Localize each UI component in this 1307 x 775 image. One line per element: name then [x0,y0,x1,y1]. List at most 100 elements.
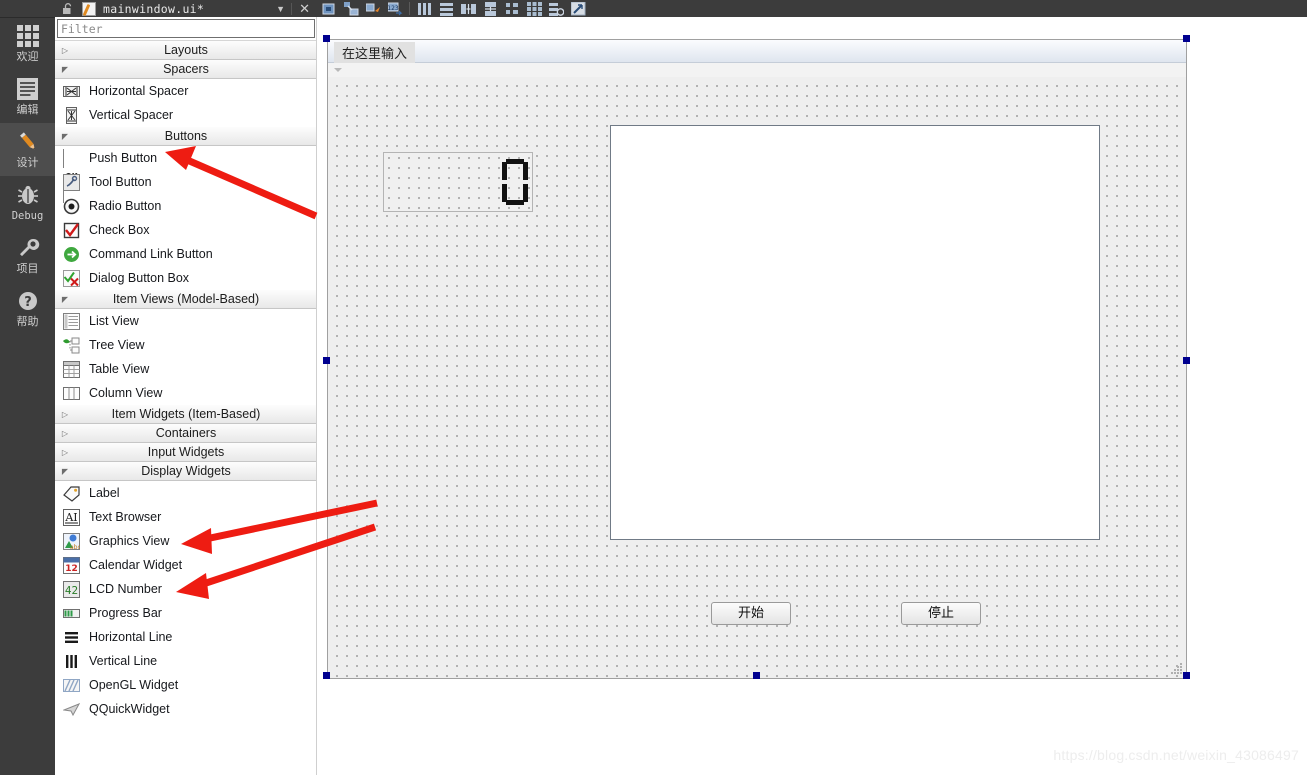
break-layout-icon[interactable] [545,0,567,17]
edit-signals-slots-icon[interactable] [340,0,362,17]
widget-item-vertical-spacer[interactable]: Vertical Spacer [55,103,317,127]
widget-item-column-view[interactable]: Column View [55,381,317,405]
selection-handle-bottom-center[interactable] [753,672,760,679]
widget-group-display-widgets[interactable]: ◤ Display Widgets [55,462,317,481]
menubar-placeholder[interactable]: 在这里输入 [334,42,416,64]
unlocked-padlock-icon[interactable] [60,1,75,16]
selection-handle-bottom-left[interactable] [323,672,330,679]
layout-horizontally-icon[interactable] [413,0,435,17]
widget-item-check-box[interactable]: Check Box [55,218,317,242]
selection-handle-middle-right[interactable] [1183,357,1190,364]
widget-item-calendar-widget[interactable]: 12 Calendar Widget [55,553,317,577]
chevron-right-icon: ▷ [61,45,69,55]
widget-item-radio-button[interactable]: Radio Button [55,194,317,218]
graphics-view-widget[interactable] [610,125,1100,540]
widget-item-command-link-button[interactable]: Command Link Button [55,242,317,266]
widget-item-qquickwidget[interactable]: QQuickWidget [55,697,317,721]
widget-item-label: Progress Bar [89,606,162,620]
mode-label-edit: 编辑 [16,103,39,116]
widget-item-label[interactable]: Label [55,481,317,505]
filter-row [55,17,317,38]
dialog-button-box-icon [63,269,80,287]
widget-item-dialog-button-box[interactable]: Dialog Button Box [55,266,317,290]
edit-widgets-icon[interactable] [318,0,340,17]
horizontal-spacer-icon [63,83,80,100]
designer-canvas-area: 123 在这里输入 开始 停止 https://blog.csdn.net/we… [317,0,1307,775]
mode-item-design[interactable]: 设计 [0,123,55,176]
widget-item-lcd-number[interactable]: 42 LCD Number [55,577,317,601]
widget-item-table-view[interactable]: Table View [55,357,317,381]
text-browser-icon: AI [63,508,80,526]
layout-vertically-icon[interactable] [435,0,457,17]
widget-item-opengl-widget[interactable]: OpenGL Widget [55,673,317,697]
selection-handle-bottom-right[interactable] [1183,672,1190,679]
stop-button[interactable]: 停止 [901,602,981,625]
widget-group-containers[interactable]: ▷ Containers [55,424,317,443]
layout-grid-icon[interactable] [523,0,545,17]
widget-item-graphics-view[interactable]: abc Graphics View [55,529,317,553]
column-view-icon [63,385,80,402]
ui-file-pencil-icon [81,1,96,16]
widget-group-spacers[interactable]: ◤ Spacers [55,60,317,79]
chevron-down-icon: ◤ [61,294,69,304]
widget-item-tree-view[interactable]: Tree View [55,333,317,357]
edit-buddies-icon[interactable] [362,0,384,17]
adjust-size-icon[interactable] [567,0,589,17]
layout-splitter-horizontal-icon[interactable] [457,0,479,17]
widget-group-buttons[interactable]: ◤ Buttons [55,127,317,146]
widget-item-progress-bar[interactable]: Progress Bar [55,601,317,625]
widget-group-item-widgets[interactable]: ▷ Item Widgets (Item-Based) [55,405,317,424]
toolbar-divider [409,2,410,15]
form-menubar[interactable]: 在这里输入 [328,40,1186,64]
lcd-number-widget[interactable] [383,152,533,212]
filter-input[interactable] [57,19,315,38]
svg-text:?: ? [24,295,32,310]
chevron-right-icon: ▷ [61,428,69,438]
mode-item-help[interactable]: ? 帮助 [0,282,55,335]
close-icon[interactable]: ✕ [292,1,317,16]
edit-tab-order-icon[interactable]: 123 [384,0,406,17]
form-toolbar-area[interactable] [328,63,1186,78]
widget-group-label: Item Widgets (Item-Based) [111,407,261,421]
selection-handle-top-right[interactable] [1183,35,1190,42]
widget-group-item-views[interactable]: ◤ Item Views (Model-Based) [55,290,317,309]
chevron-right-icon: ▷ [61,409,69,419]
mode-item-projects[interactable]: 项目 [0,229,55,282]
table-view-icon [63,360,80,378]
svg-text:42: 42 [65,584,78,597]
widget-item-horizontal-line[interactable]: Horizontal Line [55,625,317,649]
widget-item-horizontal-spacer[interactable]: Horizontal Spacer [55,79,317,103]
mode-item-edit[interactable]: 编辑 [0,70,55,123]
designer-toolbar: 123 [317,0,1307,17]
qt-designer-window: 欢迎 编辑 设计 Debug 项目 ? 帮助 mainwindow.ui* ▼ … [0,0,1307,775]
widget-group-input-widgets[interactable]: ▷ Input Widgets [55,443,317,462]
mode-item-welcome[interactable]: 欢迎 [0,17,55,70]
start-button[interactable]: 开始 [711,602,791,625]
widget-item-text-browser[interactable]: AI Text Browser [55,505,317,529]
form-editing-surface[interactable]: 在这里输入 开始 停止 https://blog.csdn.net/weixin… [317,17,1307,775]
mode-item-debug[interactable]: Debug [0,176,55,229]
selection-handle-top-left[interactable] [323,35,330,42]
selection-handle-middle-left[interactable] [323,357,330,364]
design-pencil-icon [16,130,40,154]
layout-splitter-vertical-icon[interactable] [479,0,501,17]
form-central-widget[interactable]: 开始 停止 [328,77,1186,678]
widget-item-label: Label [89,486,120,500]
chevron-down-icon[interactable]: ▼ [270,4,291,14]
widget-item-tool-button[interactable]: Tool Button [55,170,317,194]
svg-text:AI: AI [64,511,77,524]
mode-label-projects: 项目 [16,262,39,275]
widget-item-vertical-line[interactable]: Vertical Line [55,649,317,673]
tool-button-icon [63,173,80,191]
layout-form-icon[interactable] [501,0,523,17]
welcome-grid-icon [16,24,40,48]
widget-item-push-button[interactable]: OK Push Button [55,146,317,203]
widget-item-label: Command Link Button [89,247,213,261]
widget-item-label: QQuickWidget [89,702,170,716]
widget-item-list-view[interactable]: List View [55,309,317,333]
form-mainwindow[interactable]: 在这里输入 开始 停止 [327,39,1187,679]
resize-grip[interactable] [1171,663,1183,675]
vertical-spacer-icon [63,106,80,124]
widget-group-layouts[interactable]: ▷ Layouts [55,41,317,60]
widget-item-label: Vertical Line [89,654,158,668]
